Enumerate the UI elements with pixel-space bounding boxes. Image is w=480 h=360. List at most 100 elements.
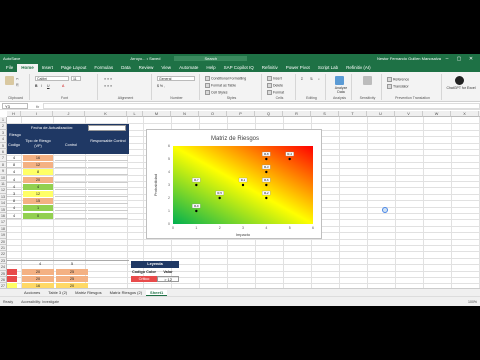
responsable-cell[interactable] (88, 191, 128, 197)
name-box[interactable]: Y3 (2, 103, 28, 109)
responsable-cell[interactable] (88, 177, 128, 183)
data-point[interactable] (288, 157, 291, 161)
column-header[interactable]: L (127, 111, 143, 117)
column-header[interactable]: X (451, 111, 479, 117)
sheet-tab[interactable]: Acciones (20, 290, 44, 295)
codigo-cell[interactable]: 4 (7, 205, 21, 212)
column-header[interactable]: S (311, 111, 339, 117)
align-left-icon[interactable]: ≡ ≡ ≡ (104, 84, 112, 88)
analyze-data-button[interactable]: Analyze Data (331, 86, 351, 94)
column-header[interactable]: R (283, 111, 311, 117)
responsable-cell[interactable] (88, 198, 128, 205)
tipo-cell[interactable]: 12 (23, 191, 53, 197)
ribbon-tab[interactable]: Power Pivot (282, 64, 314, 72)
control-cell[interactable] (55, 198, 87, 205)
tipo-cell[interactable]: 1 (23, 205, 53, 212)
cell-styles-button[interactable]: Cell Styles (205, 90, 228, 95)
tipo-cell[interactable]: 16 (23, 155, 53, 161)
format-as-table-button[interactable]: Format as Table (205, 83, 236, 88)
small-cell[interactable]: 20 (22, 276, 54, 282)
cut-icon[interactable]: ✂ (16, 77, 19, 81)
data-point[interactable] (195, 209, 198, 213)
codigo-cell[interactable]: 4 (7, 177, 21, 183)
data-point[interactable] (265, 170, 268, 174)
column-header[interactable]: U (367, 111, 395, 117)
control-cell[interactable] (55, 155, 87, 161)
column-header[interactable]: I (21, 111, 53, 117)
ribbon-tab[interactable]: Review (135, 64, 158, 72)
tipo-cell[interactable]: 15 (23, 198, 53, 205)
data-point[interactable] (241, 183, 245, 187)
close-icon[interactable]: ✕ (465, 56, 477, 62)
ribbon-tab[interactable]: Help (202, 64, 219, 72)
codigo-cell[interactable]: 4 (7, 184, 21, 190)
small-cell[interactable]: 25 (56, 269, 88, 275)
risk-matrix-chart[interactable]: Matriz de Riesgos 0 1 2 3 4 5 6 0 1 2 3 4 5 6 R-9 R-7 R… (146, 129, 322, 239)
sensitivity-icon[interactable] (363, 76, 372, 85)
control-cell[interactable] (55, 162, 87, 169)
ribbon-tab[interactable]: Home (17, 64, 38, 72)
sheet-tab[interactable]: Table 3 (2) (44, 290, 71, 295)
sort-filter-icon[interactable]: ⇅ (310, 77, 313, 81)
tipo-cell[interactable]: 8 (23, 169, 53, 176)
responsable-cell[interactable] (88, 169, 128, 176)
ribbon-tab[interactable]: Insert (38, 64, 57, 72)
ribbon-tab[interactable]: Automate (175, 64, 202, 72)
minimize-icon[interactable]: – (441, 56, 453, 62)
delete-cells-button[interactable]: Delete (267, 83, 283, 88)
responsable-cell[interactable] (88, 184, 128, 190)
tipo-cell[interactable]: 0 (23, 212, 53, 219)
italic-button[interactable]: I (41, 84, 42, 88)
autosum-icon[interactable]: Σ (301, 77, 303, 81)
ribbon-tab[interactable]: Formulas (90, 64, 117, 72)
ribbon-tab[interactable]: Data (117, 64, 135, 72)
control-cell[interactable] (55, 205, 87, 212)
insert-cells-button[interactable]: Insert (267, 76, 282, 81)
column-header[interactable]: V (395, 111, 423, 117)
sheet-tab[interactable]: Sheet1 (146, 289, 168, 296)
copy-icon[interactable]: ⎘ (16, 83, 19, 87)
data-point[interactable] (195, 183, 198, 187)
chatgpt-icon[interactable] (455, 76, 464, 85)
column-header[interactable]: J (53, 111, 85, 117)
column-header[interactable]: H (7, 111, 21, 117)
translator-button[interactable]: Translator (387, 84, 409, 89)
codigo-cell[interactable]: 8 (7, 198, 21, 205)
column-header[interactable]: K (85, 111, 127, 117)
ribbon-tab[interactable]: Script Lab (314, 64, 342, 72)
responsable-cell[interactable] (88, 213, 128, 219)
fecha-input[interactable] (88, 125, 126, 131)
paste-icon[interactable] (5, 76, 14, 85)
zoom-level[interactable]: 100% (468, 300, 477, 304)
ribbon-tab[interactable]: File (2, 64, 17, 72)
small-cell[interactable]: 25 (56, 276, 88, 282)
column-header[interactable]: P (227, 111, 255, 117)
column-header[interactable]: M (143, 111, 171, 117)
control-cell[interactable] (55, 184, 87, 190)
data-point[interactable] (265, 157, 268, 161)
tipo-cell[interactable]: 12 (23, 162, 53, 169)
tipo-cell[interactable]: 20 (23, 176, 53, 183)
codigo-cell[interactable]: 3 (7, 191, 21, 197)
responsable-cell[interactable] (88, 162, 128, 169)
codigo-cell[interactable]: 4 (7, 213, 21, 219)
find-icon[interactable]: ⌕ (318, 77, 320, 81)
column-header[interactable]: T (339, 111, 367, 117)
ribbon-tab[interactable]: View (157, 64, 175, 72)
accessibility-status[interactable]: Accessibility: Investigate (21, 300, 59, 304)
data-point[interactable] (218, 196, 221, 200)
fx-icon[interactable]: fx (36, 104, 39, 109)
column-header[interactable]: N (171, 111, 199, 117)
worksheet-grid[interactable]: HIJKLMNOPQRSTUVWXYZAAAB 1234567891011121… (0, 111, 480, 288)
control-cell[interactable] (55, 177, 87, 183)
ribbon-tab[interactable]: Page Layout (57, 64, 90, 72)
ribbon-tab[interactable]: Refinitiv (AI) (342, 64, 375, 72)
ribbon-tab[interactable]: SAP Copilot IQ (220, 64, 258, 72)
responsable-cell[interactable] (88, 155, 128, 161)
codigo-cell[interactable]: 4 (7, 155, 21, 161)
tipo-cell[interactable]: 4 (23, 183, 53, 190)
font-size-select[interactable]: 11 (71, 76, 81, 81)
control-cell[interactable] (55, 191, 87, 197)
column-header[interactable]: Q (255, 111, 283, 117)
search-box[interactable]: Search (174, 56, 248, 61)
